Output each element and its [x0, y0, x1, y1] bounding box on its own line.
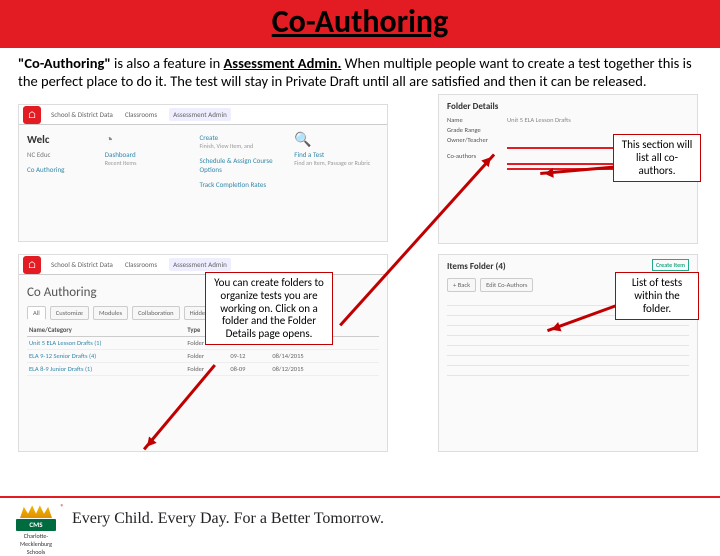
- cell-name[interactable]: ELA 9-12 Senior Drafts (4): [27, 350, 185, 363]
- create-item-button[interactable]: Create Item: [652, 259, 689, 271]
- footer: ® CMS Charlotte-Mecklenburg Schools Ever…: [0, 496, 720, 540]
- cell-grade: 09-12: [228, 350, 270, 363]
- th-name[interactable]: Name/Category: [27, 324, 185, 337]
- nav-item[interactable]: Classrooms: [125, 110, 157, 119]
- find-test-sub: Find an Item, Passage or Rubric: [294, 159, 379, 167]
- list-item[interactable]: [447, 336, 689, 346]
- list-item[interactable]: [447, 366, 689, 376]
- nc-edu-text: NC Educ: [27, 150, 95, 159]
- content-area: ⌂ School & District Data Classrooms Asse…: [0, 94, 720, 474]
- list-item[interactable]: [447, 356, 689, 366]
- nav-item-active[interactable]: Assessment Admin: [169, 258, 231, 271]
- logo-subtext: Charlotte-Mecklenburg Schools: [14, 532, 58, 556]
- items-folder-title: Items Folder (4) Create Item: [447, 261, 689, 272]
- fd-v0: Unit 5 ELA Lesson Drafts: [507, 116, 571, 124]
- track-link[interactable]: Track Completion Rates: [200, 180, 285, 189]
- cell-type: Folder: [185, 350, 228, 363]
- intro-paragraph: "Co-Authoring" is also a feature in Asse…: [0, 48, 720, 94]
- back-button[interactable]: + Back: [447, 278, 476, 292]
- dashboard-icon: ◔: [105, 131, 190, 148]
- cell-grade: 08-09: [228, 363, 270, 376]
- edit-coauthors-button[interactable]: Edit Co-Authors: [480, 278, 533, 292]
- nav-item[interactable]: School & District Data: [51, 260, 113, 269]
- coauthoring-link[interactable]: Co Authoring: [27, 165, 95, 174]
- nav-item[interactable]: Classrooms: [125, 260, 157, 269]
- list-item[interactable]: [447, 326, 689, 336]
- nav-item-active[interactable]: Assessment Admin: [169, 108, 231, 121]
- folder-details-title: Folder Details: [447, 101, 689, 112]
- welcome-heading: Welc: [27, 133, 95, 146]
- table-row[interactable]: ELA 9-12 Senior Drafts (4) Folder 09-12 …: [27, 350, 379, 363]
- tab-all[interactable]: All: [27, 306, 46, 320]
- callout-coauthors: This section will list all co-authors.: [613, 134, 701, 182]
- screenshot-menu: ⌂ School & District Data Classrooms Asse…: [18, 104, 388, 242]
- callout-tests-list: List of tests within the folder.: [615, 272, 699, 320]
- cell-mod: 08/12/2015: [270, 363, 379, 376]
- home-icon[interactable]: ⌂: [23, 106, 41, 124]
- home-icon[interactable]: ⌂: [23, 256, 41, 274]
- fd-k2: Owner/Teacher: [447, 136, 507, 144]
- fd-k0: Name: [447, 116, 507, 124]
- tab-customize[interactable]: Customize: [50, 306, 89, 320]
- items-folder-label: Items Folder (4): [447, 261, 506, 272]
- table-row[interactable]: ELA 8-9 Junior Drafts (1) Folder 08-09 0…: [27, 363, 379, 376]
- intro-t1: is also a feature in: [111, 54, 224, 72]
- callout-folders: You can create folders to organize tests…: [205, 272, 333, 345]
- find-test-label[interactable]: Find a Test: [294, 150, 379, 159]
- registered-icon: ®: [60, 502, 64, 511]
- cell-name[interactable]: Unit 5 ELA Lesson Drafts (1): [27, 337, 185, 350]
- cms-logo: ® CMS Charlotte-Mecklenburg Schools: [14, 504, 58, 534]
- dashboard-label[interactable]: Dashboard: [105, 150, 190, 159]
- tab-modules[interactable]: Modules: [93, 306, 128, 320]
- list-item[interactable]: [447, 346, 689, 356]
- cell-name[interactable]: ELA 8-9 Junior Drafts (1): [27, 363, 185, 376]
- create-sub: Finish, View Item, and: [200, 142, 285, 150]
- intro-quote: "Co-Authoring": [18, 54, 111, 72]
- fd-k1: Grade Range: [447, 126, 507, 134]
- logo-text: CMS: [16, 519, 56, 531]
- cell-mod: 08/14/2015: [270, 350, 379, 363]
- create-label[interactable]: Create: [200, 133, 285, 142]
- intro-admin: Assessment Admin.: [224, 54, 342, 72]
- dashboard-sub: Recent Items: [105, 159, 190, 167]
- tab-collab[interactable]: Collaboration: [132, 306, 179, 320]
- crown-icon: [20, 504, 52, 518]
- schedule-link[interactable]: Schedule & Assign Course Options: [200, 156, 285, 174]
- nav-bar: ⌂ School & District Data Classrooms Asse…: [19, 105, 387, 125]
- page-title: Co-Authoring: [0, 2, 720, 41]
- tagline: Every Child. Every Day. For a Better Tom…: [72, 510, 384, 528]
- search-icon: 🔍: [294, 131, 379, 148]
- nav-item[interactable]: School & District Data: [51, 110, 113, 119]
